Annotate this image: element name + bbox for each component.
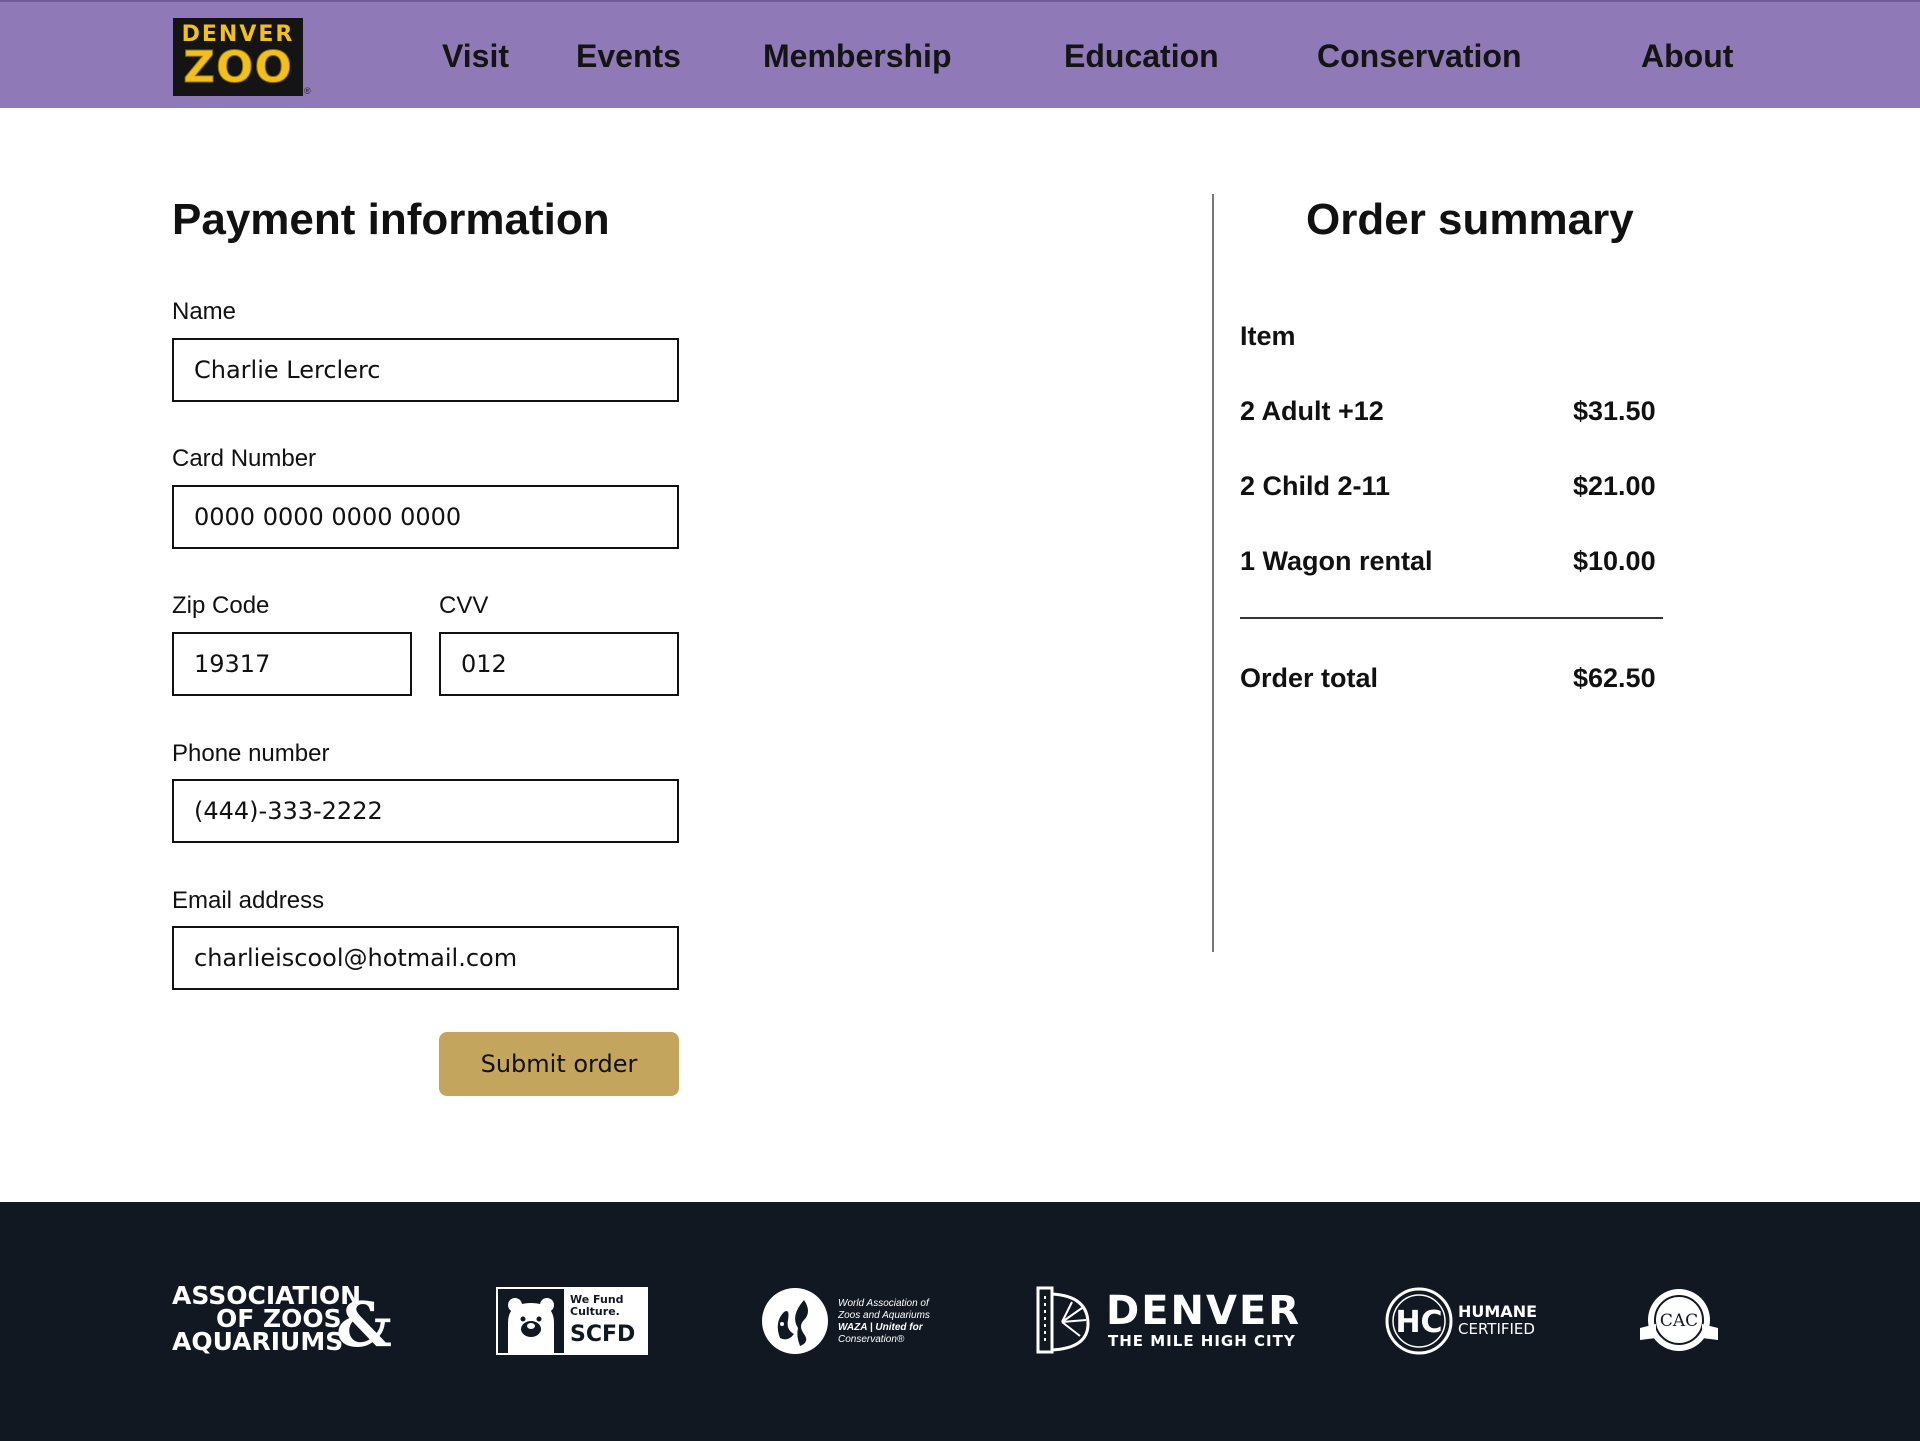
nav-conservation[interactable]: Conservation bbox=[1317, 36, 1521, 76]
zip-code-field[interactable] bbox=[172, 632, 412, 696]
nav-education[interactable]: Education bbox=[1064, 36, 1219, 76]
summary-divider bbox=[1240, 617, 1663, 619]
submit-order-button[interactable]: Submit order bbox=[439, 1032, 679, 1096]
payment-title: Payment information bbox=[172, 195, 610, 244]
nav-about[interactable]: About bbox=[1641, 36, 1733, 76]
email-label: Email address bbox=[172, 887, 325, 914]
card-number-field[interactable] bbox=[172, 485, 679, 549]
humane-line1: HUMANE bbox=[1458, 1302, 1538, 1321]
nav-membership[interactable]: Membership bbox=[763, 36, 951, 76]
waza-text: World Association of Zoos and Aquariums … bbox=[838, 1298, 930, 1346]
name-field[interactable] bbox=[172, 338, 679, 402]
nav-events[interactable]: Events bbox=[576, 36, 681, 76]
cac-seal-icon: CAC bbox=[1640, 1289, 1718, 1351]
order-total-value: $62.50 bbox=[1573, 663, 1656, 693]
phone-label: Phone number bbox=[172, 740, 330, 767]
summary-item-name: 1 Wagon rental bbox=[1240, 546, 1433, 576]
email-field[interactable] bbox=[172, 926, 679, 990]
aza-logo[interactable]: ASSOCIATION OF ZOOS AQUARIUMS & bbox=[172, 1283, 392, 1356]
summary-item-name: 2 Child 2-11 bbox=[1240, 471, 1391, 501]
humane-line2: CERTIFIED bbox=[1458, 1320, 1535, 1338]
summary-item-name: 2 Adult +12 bbox=[1240, 396, 1384, 426]
denver-tagline: THE MILE HIGH CITY bbox=[1108, 1332, 1296, 1350]
zip-code-label: Zip Code bbox=[172, 592, 270, 619]
logo-bottom-text: ZOO bbox=[183, 42, 293, 93]
name-label: Name bbox=[172, 298, 237, 325]
scfd-logo[interactable]: We Fund Culture. SCFD bbox=[496, 1287, 648, 1355]
summary-item-price: $31.50 bbox=[1573, 396, 1656, 426]
order-total-label: Order total bbox=[1240, 663, 1379, 693]
humane-certified-logo[interactable]: HC HUMANE CERTIFIED bbox=[1384, 1286, 1538, 1356]
scfd-name: SCFD bbox=[570, 1322, 636, 1347]
waza-line: Conservation® bbox=[838, 1334, 905, 1345]
item-column-header: Item bbox=[1240, 321, 1296, 351]
waza-logo[interactable]: World Association of Zoos and Aquariums … bbox=[760, 1286, 930, 1356]
humane-seal-icon: HC bbox=[1385, 1287, 1453, 1355]
summary-item-price: $21.00 bbox=[1573, 471, 1656, 501]
cac-mark: CAC bbox=[1660, 1311, 1698, 1331]
bear-icon bbox=[498, 1289, 564, 1353]
summary-item-price: $10.00 bbox=[1573, 546, 1656, 576]
humane-mark: HC bbox=[1395, 1305, 1442, 1340]
denver-building-icon bbox=[1036, 1286, 1090, 1354]
section-divider bbox=[1212, 194, 1214, 952]
site-header: DENVER ZOO ® Visit Events Membership Edu… bbox=[0, 0, 1920, 108]
waza-line: World Association of bbox=[838, 1298, 929, 1309]
denver-zoo-logo[interactable]: DENVER ZOO bbox=[173, 18, 303, 96]
aza-ampersand: & bbox=[336, 1288, 392, 1361]
denver-name: DENVER bbox=[1106, 1288, 1302, 1334]
nav-visit[interactable]: Visit bbox=[442, 36, 509, 76]
cvv-label: CVV bbox=[439, 592, 489, 619]
waza-globe-icon bbox=[762, 1288, 828, 1354]
card-number-label: Card Number bbox=[172, 445, 317, 472]
order-summary-title: Order summary bbox=[1306, 195, 1634, 244]
phone-field[interactable] bbox=[172, 779, 679, 843]
waza-line: Zoos and Aquariums bbox=[838, 1310, 930, 1321]
denver-city-logo[interactable]: DENVER THE MILE HIGH CITY bbox=[1036, 1286, 1299, 1356]
cvv-field[interactable] bbox=[439, 632, 679, 696]
logo-registered-mark: ® bbox=[304, 86, 311, 96]
cac-logo[interactable]: CAC bbox=[1638, 1284, 1720, 1358]
scfd-line2: Culture. bbox=[570, 1305, 620, 1318]
waza-line: WAZA | United for bbox=[838, 1322, 923, 1333]
